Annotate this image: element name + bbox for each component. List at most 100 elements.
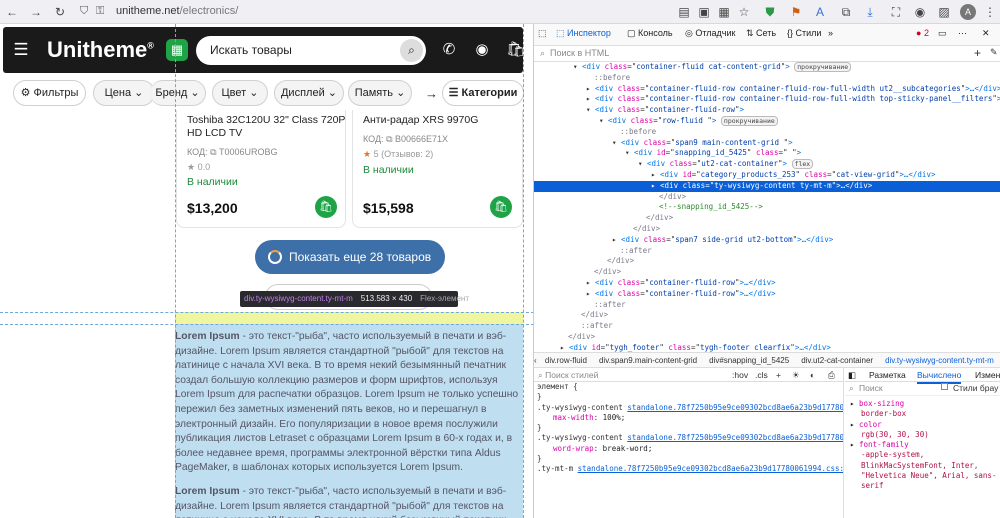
expand-arrow-icon[interactable]: ▾ (573, 62, 582, 71)
expand-arrow-icon[interactable]: ▾ (599, 116, 608, 125)
tab-inspector[interactable]: ⬚ Инспектор (556, 28, 611, 39)
scroll-right-icon[interactable]: → (425, 86, 438, 101)
bookmark-star-icon[interactable]: ☆ (736, 4, 752, 20)
print-icon[interactable]: ⎙ (828, 368, 835, 382)
property-value[interactable]: 100%; (603, 413, 626, 422)
node-badge[interactable]: прокручивание (794, 62, 852, 72)
address-bar[interactable]: ⛉ ⚿ unitheme.net/electronics/ (76, 2, 776, 22)
expand-arrow-icon[interactable]: ▸ (586, 289, 595, 298)
dom-node[interactable]: ▾ <div class="row-fluid "> прокручивание (534, 116, 1000, 127)
class-toggle[interactable]: .cls (755, 368, 768, 382)
expand-arrow-icon[interactable]: ▾ (625, 148, 634, 157)
expand-arrow-icon[interactable]: ▸ (850, 440, 859, 449)
image-icon[interactable]: ▨ (936, 4, 952, 20)
computed-search-input[interactable]: Поиск (859, 383, 883, 393)
light-mode-icon[interactable]: ☀ (792, 368, 800, 382)
cart-icon[interactable]: 🛍 (506, 41, 525, 59)
filter-display[interactable]: Дисплей ⌄ (274, 80, 344, 106)
pocket-icon[interactable]: ▣ (696, 4, 712, 20)
extension-icon[interactable]: ⚑ (788, 4, 804, 20)
profile-avatar[interactable]: A (960, 4, 976, 20)
filter-color[interactable]: Цвет ⌄ (212, 80, 268, 106)
dom-node[interactable]: ::after (534, 246, 1000, 257)
screenshot-icon[interactable]: ▦ (716, 4, 732, 20)
browser-styles-checkbox[interactable] (941, 383, 948, 390)
extensions-icon[interactable]: ⧉ (838, 4, 854, 20)
computed-property[interactable]: ▸ font-family (845, 440, 1000, 450)
eyedropper-icon[interactable]: ✎ (990, 47, 998, 58)
tab-console[interactable]: ▢ Консоль (627, 28, 673, 39)
dom-node[interactable]: ▸ <div class="container-fluid-row contai… (534, 84, 1000, 95)
expand-arrow-icon[interactable]: ▸ (612, 235, 621, 244)
search-input[interactable]: Искать товары ⌕ (196, 36, 426, 65)
error-count[interactable]: ● 2 (916, 28, 929, 38)
dom-node[interactable]: </div> (534, 192, 1000, 203)
styles-search-input[interactable]: Поиск стилей (545, 370, 598, 380)
html-search-input[interactable]: Поиск в HTML (550, 48, 609, 58)
element-picker-icon[interactable]: ⬚ (538, 28, 547, 39)
extension-shield-icon[interactable]: ⛊ (762, 4, 778, 20)
mirror-icon[interactable]: ⛶ (888, 4, 904, 20)
expand-arrow-icon[interactable]: ▸ (586, 278, 595, 287)
dom-node[interactable]: ▸ <div class="container-fluid-row">…</di… (534, 289, 1000, 300)
product-card[interactable]: Toshiba 32C120U 32" Class 720P HD LCD TV… (176, 110, 346, 228)
hover-toggle[interactable]: :hov (732, 368, 748, 382)
hamburger-menu-icon[interactable]: ☰ (12, 41, 30, 59)
breadcrumb-item[interactable]: div#snapping_id_5425 (703, 356, 795, 365)
add-to-cart-button[interactable]: 🛍 (315, 196, 337, 218)
expand-arrow-icon[interactable]: ▾ (586, 105, 595, 114)
expand-arrow-icon[interactable]: ▾ (612, 138, 621, 147)
dom-node[interactable]: <!--snapping_id_5425--> (534, 202, 1000, 213)
dom-node[interactable]: ▸ <div class="ty-wysiwyg-content ty-mt-m… (534, 180, 1000, 192)
filter-brand[interactable]: Бренд ⌄ (150, 80, 206, 106)
expand-arrow-icon[interactable]: ▸ (651, 181, 660, 190)
dark-mode-icon[interactable]: ◐ (810, 368, 815, 382)
dom-node[interactable]: </div> (534, 224, 1000, 235)
url-text[interactable]: unitheme.net/electronics/ (116, 5, 238, 17)
expand-arrow-icon[interactable]: ▸ (560, 343, 569, 352)
site-logo[interactable]: Unitheme® (47, 37, 154, 63)
tab-layout[interactable]: Разметка (869, 368, 906, 382)
back-icon[interactable]: ← (4, 4, 20, 20)
tab-changes[interactable]: Измен (975, 368, 1000, 382)
dom-node[interactable]: ::before (534, 127, 1000, 138)
catalog-grid-button[interactable]: ▦ (166, 39, 188, 61)
search-icon[interactable]: ⌕ (400, 39, 423, 62)
download-icon[interactable]: ⤓ (862, 4, 878, 20)
account-icon[interactable]: ◉ (473, 41, 491, 59)
expand-arrow-icon[interactable]: ▸ (850, 420, 859, 429)
responsive-icon[interactable]: ▭ (938, 28, 947, 39)
computed-property[interactable]: ▸ color (845, 420, 1000, 430)
property-value[interactable]: break-word; (603, 444, 653, 453)
copy-icon[interactable]: ⧉ (386, 134, 392, 144)
product-card[interactable]: Анти-радар XRS 9970G КОД: ⧉ B00666E71X ★… (352, 110, 523, 228)
breadcrumb-item[interactable]: div.span9.main-content-grid (593, 356, 703, 365)
devtools-menu-icon[interactable]: ⋯ (958, 28, 967, 39)
menu-icon[interactable]: ⋮ (982, 4, 998, 20)
product-name[interactable]: Анти-радар XRS 9970G (363, 114, 523, 127)
dom-node[interactable]: ▾ <div id="snapping_id_5425" class=" "> (534, 148, 1000, 159)
dom-node[interactable]: </div> (534, 213, 1000, 224)
dom-node[interactable]: ▸ <div id="tygh_footer" class="tygh-foot… (534, 343, 1000, 352)
stylesheet-link[interactable]: standalone.78f7250b95e9ce09302bcd8ae6a23… (578, 464, 843, 473)
filter-memory[interactable]: Память ⌄ (348, 80, 412, 106)
dom-node[interactable]: ▾ <div class="span9 main-content-grid "> (534, 138, 1000, 149)
node-badge[interactable]: прокручивание (720, 116, 778, 126)
dom-node[interactable]: ▾ <div class="container-fluid cat-conten… (534, 62, 1000, 73)
expand-arrow-icon[interactable]: ▸ (586, 84, 595, 93)
tab-network[interactable]: ⇅ Сеть (746, 28, 776, 39)
phone-icon[interactable]: ✆ (440, 41, 458, 59)
product-name[interactable]: Toshiba 32C120U 32" Class 720P HD LCD TV (187, 114, 347, 140)
dom-node[interactable]: ▾ <div class="ut2-cat-container"> flex (534, 159, 1000, 170)
reader-icon[interactable]: ▤ (676, 4, 692, 20)
add-node-icon[interactable]: + (974, 46, 981, 60)
dom-node[interactable]: ::before (534, 73, 1000, 84)
node-badge[interactable]: flex (791, 159, 814, 170)
dom-node[interactable]: ▸ <div id="category_products_253" class=… (534, 170, 1000, 181)
dom-node[interactable]: ▸ <div class="span7 side-grid ut2-bottom… (534, 235, 1000, 246)
more-tabs-icon[interactable]: » (828, 28, 833, 38)
expand-arrow-icon[interactable]: ▸ (850, 399, 859, 408)
dom-node[interactable]: </div> (534, 267, 1000, 278)
tab-debugger[interactable]: ◎ Отладчик (685, 28, 735, 39)
copy-icon[interactable]: ⧉ (210, 147, 216, 157)
